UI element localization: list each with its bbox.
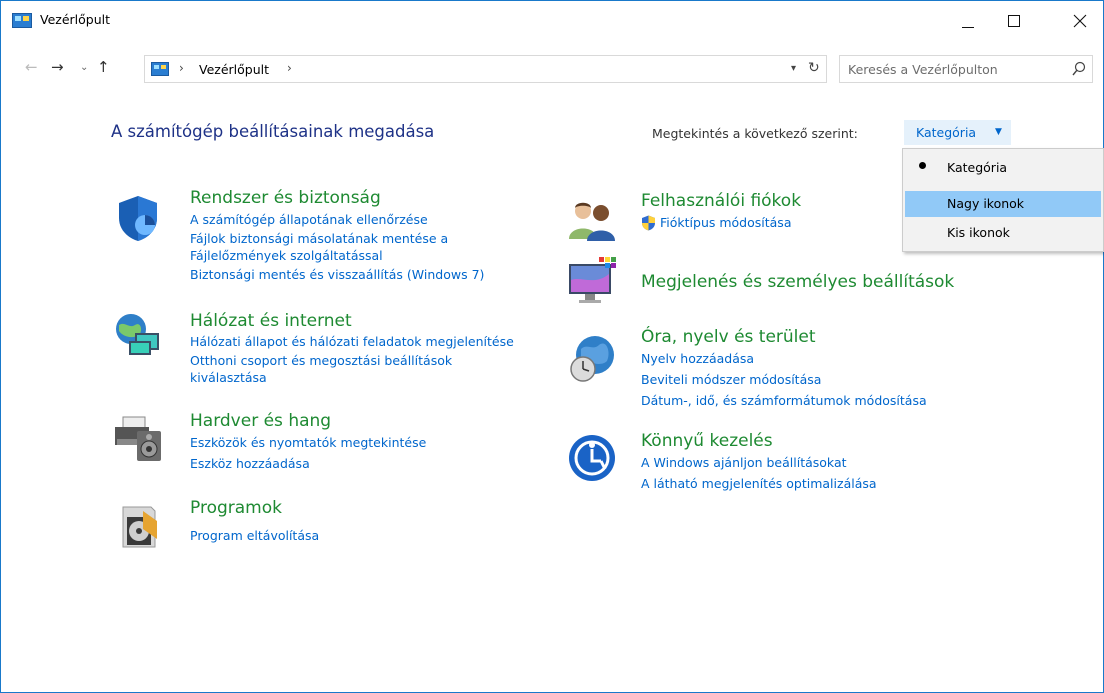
category-title[interactable]: Hardver és hang <box>190 410 426 432</box>
category-link[interactable]: Nyelv hozzáadása <box>641 348 927 369</box>
view-by-dropdown[interactable]: Kategória ▼ <box>904 120 1011 145</box>
close-icon <box>1073 14 1087 28</box>
category-link[interactable]: A Windows ajánljon beállításokat <box>641 452 877 473</box>
minimize-icon <box>962 27 974 28</box>
category-title[interactable]: Óra, nyelv és terület <box>641 326 927 348</box>
globe-clock-icon[interactable] <box>567 333 617 383</box>
selected-bullet-icon <box>919 162 926 169</box>
category-link[interactable]: Beviteli módszer módosítása <box>641 369 927 390</box>
menu-item-category[interactable]: Kategória <box>905 155 1101 181</box>
category-link[interactable]: Biztonsági mentés és visszaállítás (Wind… <box>190 264 500 285</box>
view-by-label: Megtekintés a következő szerint: <box>652 126 858 141</box>
window-title: Vezérlőpult <box>40 12 111 27</box>
up-button[interactable]: ↑ <box>97 58 110 76</box>
programs-disc-icon[interactable] <box>113 499 163 549</box>
network-globe-icon[interactable] <box>113 311 163 361</box>
address-bar[interactable]: › Vezérlőpult › ▾ ↻ <box>144 55 827 83</box>
category-link[interactable]: Eszközök és nyomtatók megtekintése <box>190 432 426 453</box>
close-button[interactable] <box>1057 1 1103 41</box>
category-ease-of-access: Könnyű kezelés A Windows ajánljon beállí… <box>641 430 877 494</box>
printer-speaker-icon[interactable] <box>113 413 163 463</box>
category-title[interactable]: Könnyű kezelés <box>641 430 877 452</box>
category-title[interactable]: Hálózat és internet <box>190 310 514 332</box>
recent-locations-button[interactable]: ⌄ <box>80 62 88 73</box>
maximize-icon <box>1008 15 1020 27</box>
category-clock-language-region: Óra, nyelv és terület Nyelv hozzáadása B… <box>641 326 927 411</box>
category-link[interactable]: Hálózati állapot és hálózati feladatok m… <box>190 332 514 352</box>
ease-of-access-icon[interactable] <box>567 433 617 483</box>
search-icon[interactable] <box>1072 61 1086 77</box>
view-by-value[interactable]: Kategória <box>916 125 976 140</box>
category-link[interactable]: Eszköz hozzáadása <box>190 453 426 474</box>
shield-icon[interactable] <box>113 193 163 243</box>
category-link[interactable]: Fióktípus módosítása <box>641 212 801 233</box>
breadcrumb-separator[interactable]: › <box>179 61 184 75</box>
uac-shield-icon <box>642 215 655 231</box>
menu-item-large-icons[interactable]: Nagy ikonok <box>905 191 1101 217</box>
category-user-accounts: Felhasználói fiókok Fióktípus módosítása <box>641 190 801 233</box>
search-box[interactable] <box>839 55 1093 83</box>
minimize-button[interactable] <box>945 1 991 41</box>
category-title[interactable]: Rendszer és biztonság <box>190 187 500 209</box>
page-title: A számítógép beállításainak megadása <box>111 122 435 141</box>
breadcrumb-control-panel[interactable]: Vezérlőpult <box>199 62 269 77</box>
view-by-menu: Kategória Nagy ikonok Kis ikonok <box>902 148 1104 252</box>
control-panel-icon <box>12 13 32 28</box>
refresh-icon[interactable]: ↻ <box>808 60 820 76</box>
maximize-button[interactable] <box>991 1 1037 41</box>
menu-item-label[interactable]: Nagy ikonok <box>947 196 1024 211</box>
category-link[interactable]: Otthoni csoport és megosztási beállításo… <box>190 352 500 386</box>
monitor-palette-icon[interactable] <box>567 256 617 306</box>
category-network-internet: Hálózat és internet Hálózati állapot és … <box>190 310 514 386</box>
category-appearance-personalization: Megjelenés és személyes beállítások <box>641 271 954 293</box>
users-icon[interactable] <box>567 195 617 245</box>
category-title[interactable]: Megjelenés és személyes beállítások <box>641 271 954 293</box>
category-link[interactable]: A látható megjelenítés optimalizálása <box>641 473 877 494</box>
title-bar[interactable]: Vezérlőpult <box>1 1 1103 41</box>
control-panel-icon <box>151 62 169 76</box>
menu-item-small-icons[interactable]: Kis ikonok <box>905 220 1101 246</box>
menu-item-label[interactable]: Kategória <box>947 160 1007 175</box>
category-hardware-sound: Hardver és hang Eszközök és nyomtatók me… <box>190 410 426 474</box>
navigation-bar: ← → ⌄ ↑ › Vezérlőpult › ▾ ↻ <box>1 53 1103 87</box>
category-title[interactable]: Felhasználói fiókok <box>641 190 801 212</box>
address-dropdown-icon[interactable]: ▾ <box>791 63 796 74</box>
category-link[interactable]: A számítógép állapotának ellenőrzése <box>190 209 500 230</box>
category-system-security: Rendszer és biztonság A számítógép állap… <box>190 187 500 285</box>
category-title[interactable]: Programok <box>190 497 319 519</box>
category-link[interactable]: Fájlok biztonsági másolatának mentése a … <box>190 230 500 264</box>
back-button[interactable]: ← <box>25 58 38 76</box>
control-panel-window: Vezérlőpult ← → ⌄ ↑ › Vezérlőpult › ▾ ↻ <box>0 0 1104 693</box>
breadcrumb-separator[interactable]: › <box>287 61 292 75</box>
user-accounts-link-label[interactable]: Fióktípus módosítása <box>660 215 791 230</box>
chevron-down-icon[interactable]: ▼ <box>995 127 1002 137</box>
category-programs: Programok Program eltávolítása <box>190 497 319 546</box>
search-input[interactable] <box>848 62 1048 77</box>
menu-item-label[interactable]: Kis ikonok <box>947 225 1010 240</box>
category-link[interactable]: Dátum-, idő, és számformátumok módosítás… <box>641 390 927 411</box>
forward-button[interactable]: → <box>51 58 64 76</box>
category-link[interactable]: Program eltávolítása <box>190 525 319 546</box>
